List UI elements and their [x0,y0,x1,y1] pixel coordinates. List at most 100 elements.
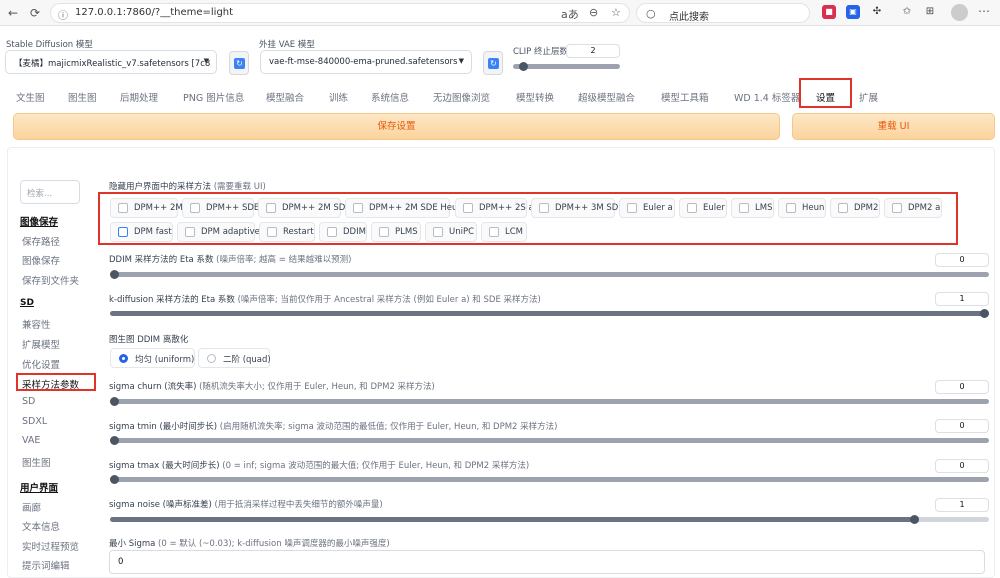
sigma-churn-input[interactable]: 0 [935,380,989,394]
extension-icon[interactable]: ▣ [846,5,860,19]
save-settings-button[interactable]: 保存设置 [13,113,780,140]
slider-knob[interactable] [110,436,119,445]
checkbox[interactable] [892,203,902,213]
checkbox[interactable] [463,203,473,213]
tab-checkpoint-merger[interactable]: 模型融合 [266,90,304,104]
sidebar-item-paths[interactable]: 保存路径 [22,234,60,248]
sampler-checkbox[interactable]: DPM++ 2M SDE [258,198,351,218]
sampler-checkbox[interactable]: DPM++ 2M [110,198,183,218]
sidebar-item-save-to-dirs[interactable]: 保存到文件夹 [22,273,79,287]
sidebar-item-optimizations[interactable]: 优化设置 [22,357,60,371]
favorites-bar-icon[interactable]: ✩ [900,5,914,19]
sampler-checkbox[interactable]: DPM adaptive [177,222,260,242]
browser-search[interactable]: ○ 点此搜索 [636,3,810,23]
checkbox[interactable] [379,227,389,237]
sidebar-item-vae[interactable]: VAE [22,435,40,446]
checkbox[interactable] [353,203,363,213]
slider-knob[interactable] [110,397,119,406]
checkbox[interactable] [838,203,848,213]
sidebar-item-extra-networks[interactable]: 扩展模型 [22,337,60,351]
reload-ui-button[interactable]: 重载 UI [792,113,995,140]
refresh-vae-button[interactable]: ↻ [483,51,503,75]
sidebar-item-image-saving[interactable]: 图像保存 [22,253,60,267]
avatar[interactable] [951,4,968,21]
tab-system-info[interactable]: 系统信息 [371,90,409,104]
tab-png-info[interactable]: PNG 图片信息 [183,90,244,104]
sidebar-item-prompt-editing[interactable]: 提示词编辑 [22,558,70,572]
more-menu-icon[interactable]: ⋯ [978,4,990,18]
refresh-sd-model-button[interactable]: ↻ [229,51,249,75]
collections-icon[interactable]: ⊞ [923,5,937,19]
tab-image-browser[interactable]: 无边图像浏览 [433,90,490,104]
checkbox[interactable] [118,227,128,237]
radio-dot[interactable] [119,354,128,363]
checkbox[interactable] [185,227,195,237]
sidebar-header-saving[interactable]: 图像保存 [20,214,58,228]
sidebar-item-sd[interactable]: SD [22,396,35,407]
sampler-checkbox[interactable]: DPM++ SDE [182,198,259,218]
sampler-checkbox[interactable]: DPM++ 2S a [455,198,534,218]
tab-img2img[interactable]: 图生图 [68,90,97,104]
sigma-tmax-input[interactable]: 0 [935,459,989,473]
sidebar-item-infotext[interactable]: 文本信息 [22,519,60,533]
kdiff-eta-input[interactable]: 1 [935,292,989,306]
tab-extensions[interactable]: 扩展 [859,90,878,104]
tab-train[interactable]: 训练 [329,90,348,104]
checkbox[interactable] [489,227,499,237]
checkbox[interactable] [687,203,697,213]
sampler-checkbox[interactable]: DPM2 a [884,198,942,218]
read-aloud-icon[interactable]: aあ [561,6,579,22]
clip-number-input[interactable]: 2 [566,44,620,58]
checkbox[interactable] [786,203,796,213]
zoom-icon[interactable]: ⊖ [589,6,598,19]
tab-wd14-tagger[interactable]: WD 1.4 标签器 [734,90,800,104]
tab-extras[interactable]: 后期处理 [120,90,158,104]
sampler-checkbox[interactable]: DDIM [319,222,367,242]
sidebar-item-img2img[interactable]: 图生图 [22,455,51,469]
sidebar-header-sd[interactable]: SD [20,298,34,308]
back-icon[interactable]: ← [4,4,22,22]
sampler-checkbox[interactable]: Euler [679,198,727,218]
sigma-tmax-slider[interactable] [110,475,989,484]
min-sigma-input[interactable]: 0 [109,550,985,574]
extension-icon[interactable]: ✣ [870,5,884,19]
clip-slider[interactable] [513,62,620,71]
radio-quad[interactable]: 二阶 (quad) [198,348,271,368]
tab-model-toolkit[interactable]: 模型工具箱 [661,90,709,104]
checkbox[interactable] [739,203,749,213]
tab-txt2img[interactable]: 文生图 [16,90,45,104]
sampler-checkbox[interactable]: DPM++ 2M SDE Heun [345,198,463,218]
radio-dot[interactable] [207,354,216,363]
sd-model-dropdown[interactable]: 【麦橘】majicmixRealistic_v7.safetensors [7c… [5,50,217,74]
sampler-checkbox[interactable]: Euler a [619,198,675,218]
sampler-checkbox[interactable]: LCM [481,222,527,242]
checkbox[interactable] [266,203,276,213]
checkbox[interactable] [627,203,637,213]
sampler-checkbox[interactable]: UniPC [425,222,477,242]
sampler-checkbox[interactable]: DPM++ 3M SDE [531,198,624,218]
checkbox[interactable] [267,227,277,237]
sigma-noise-slider[interactable] [110,515,989,524]
vae-dropdown[interactable]: vae-ft-mse-840000-ema-pruned.safetensors… [260,50,472,74]
sigma-churn-slider[interactable] [110,397,989,406]
sidebar-item-compatibility[interactable]: 兼容性 [22,317,51,331]
sampler-checkbox[interactable]: PLMS [371,222,421,242]
sidebar-header-ui[interactable]: 用户界面 [20,480,58,494]
sampler-checkbox[interactable]: DPM2 [830,198,880,218]
sampler-checkbox[interactable]: Heun [778,198,826,218]
slider-knob[interactable] [910,515,919,524]
checkbox[interactable] [190,203,200,213]
slider-knob[interactable] [980,309,989,318]
sampler-checkbox[interactable]: LMS [731,198,774,218]
slider-knob[interactable] [110,475,119,484]
sidebar-item-gallery[interactable]: 画廊 [22,500,41,514]
checkbox[interactable] [433,227,443,237]
address-bar[interactable]: ⓘ 127.0.0.1:7860/?__theme=light aあ ⊖ ☆ [50,3,630,23]
tab-model-converter[interactable]: 模型转换 [516,90,554,104]
ddim-eta-slider[interactable] [110,270,989,279]
sigma-noise-input[interactable]: 1 [935,498,989,512]
sidebar-item-live-preview[interactable]: 实时过程预览 [22,539,79,553]
favorite-icon[interactable]: ☆ [611,6,621,19]
ddim-eta-input[interactable]: 0 [935,253,989,267]
sampler-checkbox[interactable]: Restart [259,222,315,242]
